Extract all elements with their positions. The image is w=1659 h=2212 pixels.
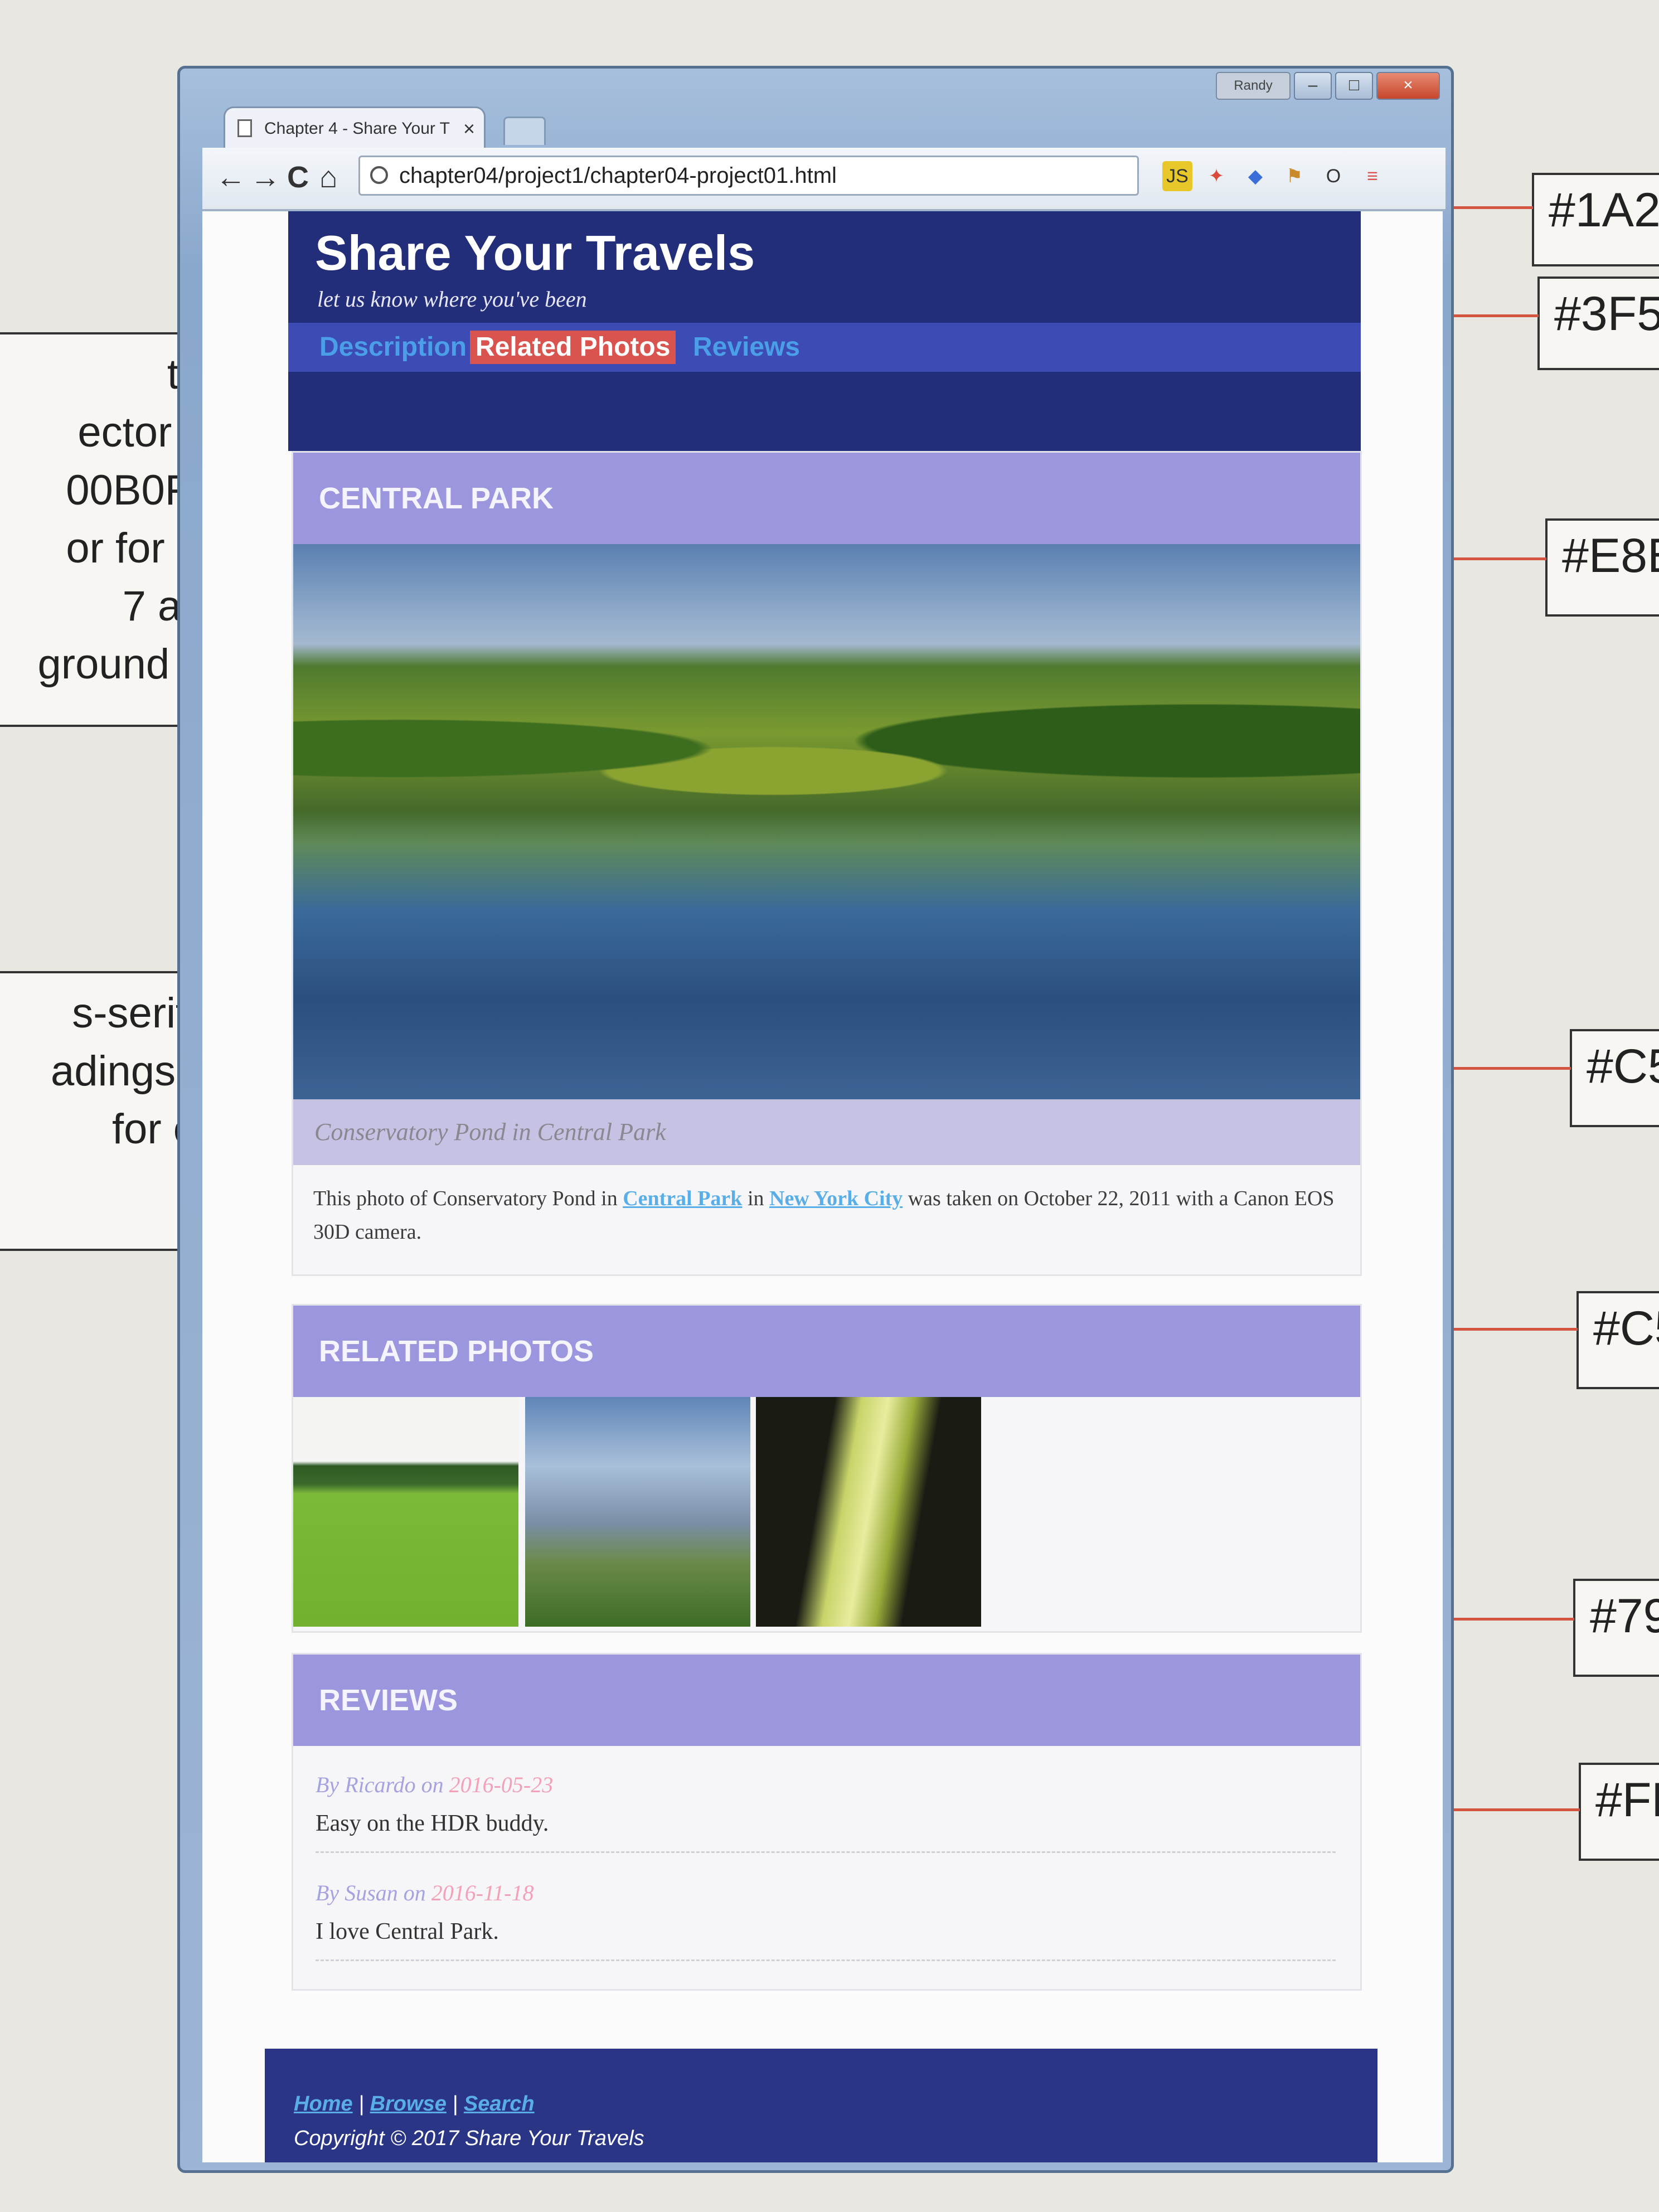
review-date: 2016-05-23 (449, 1772, 554, 1797)
thumbnail-field[interactable] (293, 1397, 518, 1627)
nav-link-reviews[interactable]: Reviews (687, 331, 806, 364)
review-item: By Ricardo on 2016-05-23 Easy on the HDR… (316, 1772, 1336, 1853)
tab-title: Chapter 4 - Share Your T (264, 119, 450, 138)
site-title: Share Your Travels (315, 225, 755, 280)
review-divider (316, 1851, 1336, 1853)
callout-color-2: #3F5 (1537, 276, 1659, 370)
address-bar[interactable]: chapter04/project1/chapter04-project01.h… (358, 156, 1139, 196)
on-label: on (421, 1772, 444, 1797)
review-author: Susan (345, 1880, 398, 1905)
reviews-section: REVIEWS By Ricardo on 2016-05-23 Easy on… (292, 1653, 1362, 1991)
site-nav: Description Related Photos Reviews (288, 323, 1361, 372)
minimize-button[interactable]: – (1294, 72, 1332, 100)
window-controls: Randy – □ × (1216, 72, 1440, 100)
review-divider (316, 1959, 1336, 1961)
related-photos-section: RELATED PHOTOS (292, 1304, 1362, 1633)
extension-opera-icon[interactable]: O (1318, 161, 1348, 191)
new-york-city-link[interactable]: New York City (769, 1187, 903, 1210)
by-label: By (316, 1772, 339, 1797)
extension-flag-icon[interactable]: ⚑ (1279, 161, 1309, 191)
review-text: I love Central Park. (316, 1919, 499, 1944)
extension-js-icon[interactable]: JS (1162, 161, 1192, 191)
section-heading: RELATED PHOTOS (293, 1306, 1360, 1397)
photo-caption: Conservatory Pond in Central Park (293, 1099, 1360, 1165)
callout-color-3: #E8E (1545, 518, 1659, 617)
desc-text: in (742, 1187, 769, 1210)
callout-color-6: #79 (1573, 1579, 1659, 1677)
browser-tab[interactable]: Chapter 4 - Share Your T × (224, 106, 486, 148)
review-item: By Susan on 2016-11-18 I love Central Pa… (316, 1880, 1336, 1961)
extension-colorpicker-icon[interactable]: ✦ (1201, 161, 1231, 191)
footer-link-home[interactable]: Home (294, 2092, 353, 2116)
central-park-link[interactable]: Central Park (623, 1187, 742, 1210)
browser-toolbar: ← → C ⌂ chapter04/project1/chapter04-pro… (202, 148, 1445, 211)
site-header: Share Your Travels let us know where you… (288, 211, 1361, 451)
browser-window: Chapter 4 - Share Your T × Randy – □ × ←… (177, 66, 1454, 2173)
profile-badge[interactable]: Randy (1216, 72, 1291, 100)
new-tab-button[interactable] (503, 117, 546, 145)
thumbnail-building[interactable] (756, 1397, 981, 1627)
section-heading: CENTRAL PARK (293, 453, 1360, 544)
home-icon[interactable]: ⌂ (319, 160, 338, 195)
review-date: 2016-11-18 (431, 1880, 534, 1905)
nav-link-description[interactable]: Description (314, 331, 472, 364)
callout-color-7: #FF (1579, 1763, 1659, 1861)
section-heading: REVIEWS (293, 1655, 1360, 1746)
desc-text: This photo of Conservatory Pond in (313, 1187, 623, 1210)
footer-link-browse[interactable]: Browse (370, 2092, 447, 2116)
photo-description: This photo of Conservatory Pond in Centr… (313, 1182, 1339, 1249)
on-label: on (403, 1880, 426, 1905)
review-meta: By Susan on 2016-11-18 (316, 1880, 1336, 1906)
close-window-button[interactable]: × (1376, 72, 1440, 100)
footer-link-search[interactable]: Search (464, 2092, 535, 2116)
extension-gem-icon[interactable]: ◆ (1240, 161, 1270, 191)
callout-color-4: #C5 (1570, 1029, 1659, 1127)
reload-icon[interactable]: C (287, 160, 309, 195)
document-icon (237, 119, 252, 137)
site-footer: Home | Browse | Search Copyright © 2017 … (265, 2049, 1377, 2162)
back-icon[interactable]: ← (216, 160, 246, 195)
thumbnail-mountains[interactable] (525, 1397, 750, 1627)
search-icon (370, 166, 388, 184)
separator: | (452, 2092, 458, 2116)
site-subtitle: let us know where you've been (317, 287, 587, 312)
main-photo (293, 544, 1360, 1099)
close-tab-icon[interactable]: × (463, 108, 475, 148)
page-viewport: Share Your Travels let us know where you… (202, 211, 1443, 2162)
callout-color-5: #C5 (1576, 1291, 1659, 1389)
review-text: Easy on the HDR buddy. (316, 1811, 549, 1836)
copyright: Copyright © 2017 Share Your Travels (294, 2127, 644, 2150)
review-meta: By Ricardo on 2016-05-23 (316, 1772, 1336, 1798)
separator: | (358, 2092, 365, 2116)
address-text: chapter04/project1/chapter04-project01.h… (399, 163, 837, 188)
footer-links: Home | Browse | Search (294, 2092, 535, 2116)
callout-color-1: #1A2 (1532, 173, 1659, 266)
review-author: Ricardo (345, 1772, 416, 1797)
description-section: CENTRAL PARK Conservatory Pond in Centra… (292, 451, 1362, 1276)
photo-trees (293, 688, 1360, 838)
maximize-button[interactable]: □ (1335, 72, 1373, 100)
forward-icon[interactable]: → (250, 160, 280, 195)
nav-link-related-photos[interactable]: Related Photos (470, 331, 676, 364)
menu-icon[interactable]: ≡ (1357, 161, 1388, 191)
by-label: By (316, 1880, 339, 1905)
